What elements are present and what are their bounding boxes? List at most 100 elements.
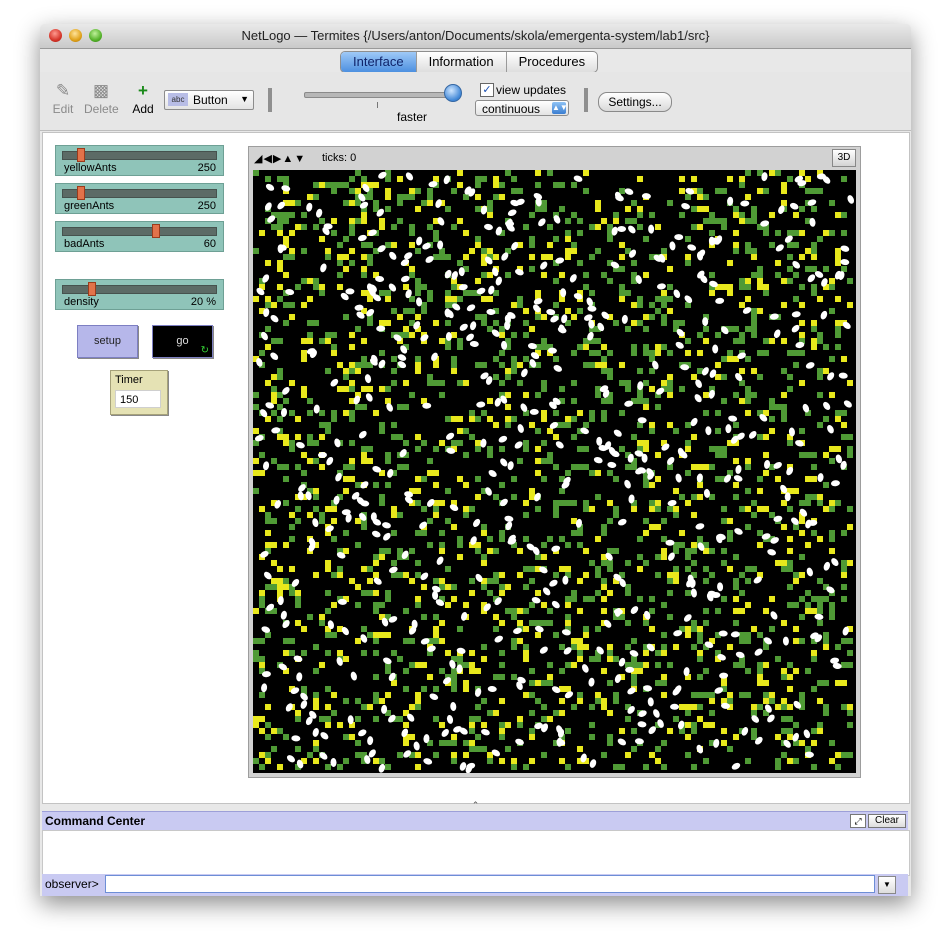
wood-chip	[697, 464, 703, 470]
wood-chip	[745, 242, 751, 248]
wood-chip	[817, 374, 823, 380]
widget-type-select[interactable]: abc Button ▼	[164, 90, 254, 110]
height-arrows-icon[interactable]: ▲▼	[282, 153, 306, 165]
popout-icon[interactable]: ⤢	[850, 814, 866, 828]
wood-chip	[337, 272, 343, 278]
wood-chip	[499, 758, 505, 764]
width-arrows-icon[interactable]: ◀▶	[263, 153, 282, 165]
delete-button[interactable]: ▩ Delete	[84, 82, 119, 117]
slider-knob[interactable]	[77, 148, 85, 162]
wood-chip	[469, 410, 475, 416]
wood-chip	[829, 758, 835, 764]
wood-chip	[721, 680, 727, 686]
wood-chip	[661, 314, 667, 320]
wood-chip	[511, 614, 517, 620]
slider-knob[interactable]	[77, 186, 85, 200]
wood-chip	[691, 176, 697, 182]
wood-chip	[565, 218, 571, 224]
wood-chip	[283, 398, 289, 404]
wood-chip	[361, 242, 367, 248]
wood-chip	[343, 182, 349, 188]
wood-chip	[439, 548, 445, 554]
wood-chip	[811, 686, 817, 692]
wood-chip	[781, 416, 787, 422]
wood-chip	[535, 590, 541, 596]
wood-chip	[643, 380, 649, 386]
slider-knob[interactable]	[152, 224, 160, 238]
slider-density[interactable]: density 20 %	[55, 279, 224, 310]
wood-chip	[529, 326, 535, 332]
wood-chip	[301, 650, 307, 656]
wood-chip	[751, 734, 757, 740]
tab-information[interactable]: Information	[417, 52, 507, 72]
wood-chip	[781, 338, 787, 344]
wood-chip	[517, 188, 523, 194]
update-mode-select[interactable]: continuous ▲▼	[475, 100, 569, 116]
wood-chip	[427, 674, 433, 680]
slider-yellowants[interactable]: yellowAnts 250	[55, 145, 224, 176]
slider-badants[interactable]: badAnts 60	[55, 221, 224, 252]
wood-chip	[433, 380, 439, 386]
command-center-resize-handle[interactable]: ⌃	[40, 800, 911, 810]
wood-chip	[835, 764, 841, 770]
view-updates-checkbox[interactable]: ✓	[480, 83, 494, 97]
edit-button[interactable]: ✎ Edit	[46, 82, 80, 117]
view-size-controls[interactable]: ◢◀▶▲▼	[254, 152, 306, 165]
wood-chip	[703, 326, 709, 332]
settings-button[interactable]: Settings...	[598, 92, 672, 112]
speed-slider-knob[interactable]	[444, 84, 462, 102]
command-input[interactable]	[105, 875, 875, 893]
wood-chip	[379, 320, 385, 326]
wood-chip	[295, 464, 301, 470]
wood-chip	[649, 626, 655, 632]
wood-chip	[727, 566, 733, 572]
speed-slider-track[interactable]	[304, 92, 456, 98]
wood-chip	[733, 422, 739, 428]
go-button[interactable]: go ↻	[152, 325, 213, 358]
wood-chip	[331, 602, 337, 608]
wood-chip	[619, 266, 625, 272]
wood-chip	[283, 434, 289, 440]
wood-chip	[763, 644, 769, 650]
world-canvas[interactable]	[253, 170, 856, 773]
wood-chip	[481, 746, 487, 752]
ant-turtle	[702, 317, 709, 327]
slider-knob[interactable]	[88, 282, 96, 296]
tab-interface[interactable]: Interface	[341, 52, 417, 72]
3d-view-button[interactable]: 3D	[832, 149, 856, 167]
wood-chip	[733, 212, 739, 218]
setup-button[interactable]: setup	[77, 325, 138, 358]
history-dropdown-icon[interactable]: ▼	[878, 876, 896, 894]
wood-chip	[499, 722, 505, 728]
tab-procedures[interactable]: Procedures	[507, 52, 597, 72]
go-label: go	[176, 335, 189, 347]
wood-chip	[271, 728, 277, 734]
wood-chip	[787, 674, 793, 680]
wood-chip	[319, 614, 325, 620]
wood-chip	[583, 596, 589, 602]
wood-chip	[415, 560, 421, 566]
wood-chip	[361, 176, 367, 182]
add-button[interactable]: + Add	[126, 82, 160, 117]
agent-prompt[interactable]: observer>	[45, 877, 99, 891]
wood-chip	[745, 398, 751, 404]
wood-chip	[841, 596, 847, 602]
wood-chip	[415, 368, 421, 374]
wood-chip	[367, 590, 373, 596]
wood-chip	[343, 374, 349, 380]
wood-chip	[685, 500, 691, 506]
wood-chip	[523, 536, 529, 542]
wood-chip	[373, 572, 379, 578]
wood-chip	[301, 338, 307, 344]
wood-chip	[529, 488, 535, 494]
wood-chip	[793, 242, 799, 248]
wood-chip	[781, 524, 787, 530]
wood-chip	[505, 374, 511, 380]
clear-button[interactable]: Clear	[868, 814, 906, 828]
wood-chip	[529, 212, 535, 218]
wood-chip	[823, 230, 829, 236]
wood-chip	[823, 644, 829, 650]
wood-chip	[655, 746, 661, 752]
slider-greenants[interactable]: greenAnts 250	[55, 183, 224, 214]
wood-chip	[313, 320, 319, 326]
